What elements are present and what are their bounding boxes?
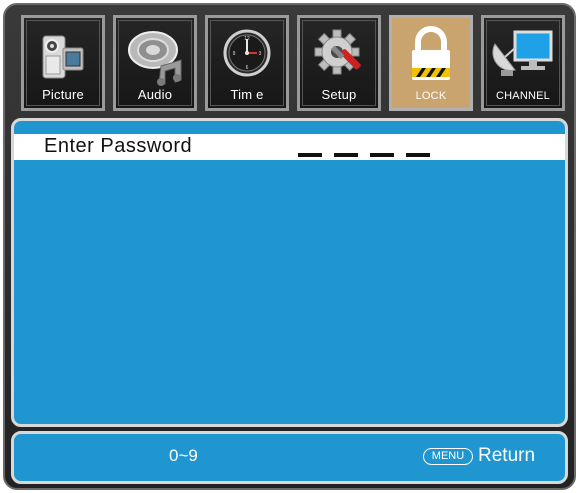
digits-hint: 0~9 — [169, 446, 198, 465]
menu-key-badge[interactable]: MENU — [423, 448, 473, 465]
tab-label: Tim e — [230, 87, 264, 102]
tab-label: Picture — [42, 87, 84, 102]
password-row[interactable]: Enter Password — [14, 134, 565, 160]
svg-text:3: 3 — [259, 51, 262, 57]
tab-label: CHANNEL — [496, 90, 550, 102]
gear-wrench-icon — [314, 29, 361, 75]
satellite-monitor-icon — [492, 30, 553, 76]
tab-audio[interactable]: Audio — [113, 15, 197, 111]
audio-speaker-icon — [128, 31, 182, 86]
svg-text:6: 6 — [246, 65, 249, 71]
tab-label: LOCK — [415, 90, 447, 102]
tab-label: Audio — [137, 87, 173, 102]
password-digit-slot — [334, 153, 358, 157]
tab-lock[interactable]: LOCK — [389, 15, 473, 111]
clock-icon: 12 3 6 9 — [223, 29, 271, 77]
menu-tab-bar: Picture Audio 12 3 6 9 — [21, 15, 567, 111]
password-digit-slot — [370, 153, 394, 157]
lock-content-panel: Enter Password — [11, 118, 568, 427]
tab-time[interactable]: 12 3 6 9 Tim e — [205, 15, 289, 111]
tab-setup[interactable]: Setup — [297, 15, 381, 111]
password-digit-slot — [298, 153, 322, 157]
return-label[interactable]: Return — [478, 445, 535, 467]
hint-bar: 0~9 MENU Return — [11, 431, 568, 484]
tab-channel[interactable]: CHANNEL — [481, 15, 565, 111]
svg-text:9: 9 — [233, 51, 236, 57]
password-label: Enter Password — [44, 135, 193, 157]
password-digit-slot — [406, 153, 430, 157]
tab-picture[interactable]: Picture — [21, 15, 105, 111]
padlock-icon — [412, 26, 450, 80]
tab-label: Setup — [321, 87, 357, 102]
picture-camera-icon — [42, 35, 84, 79]
